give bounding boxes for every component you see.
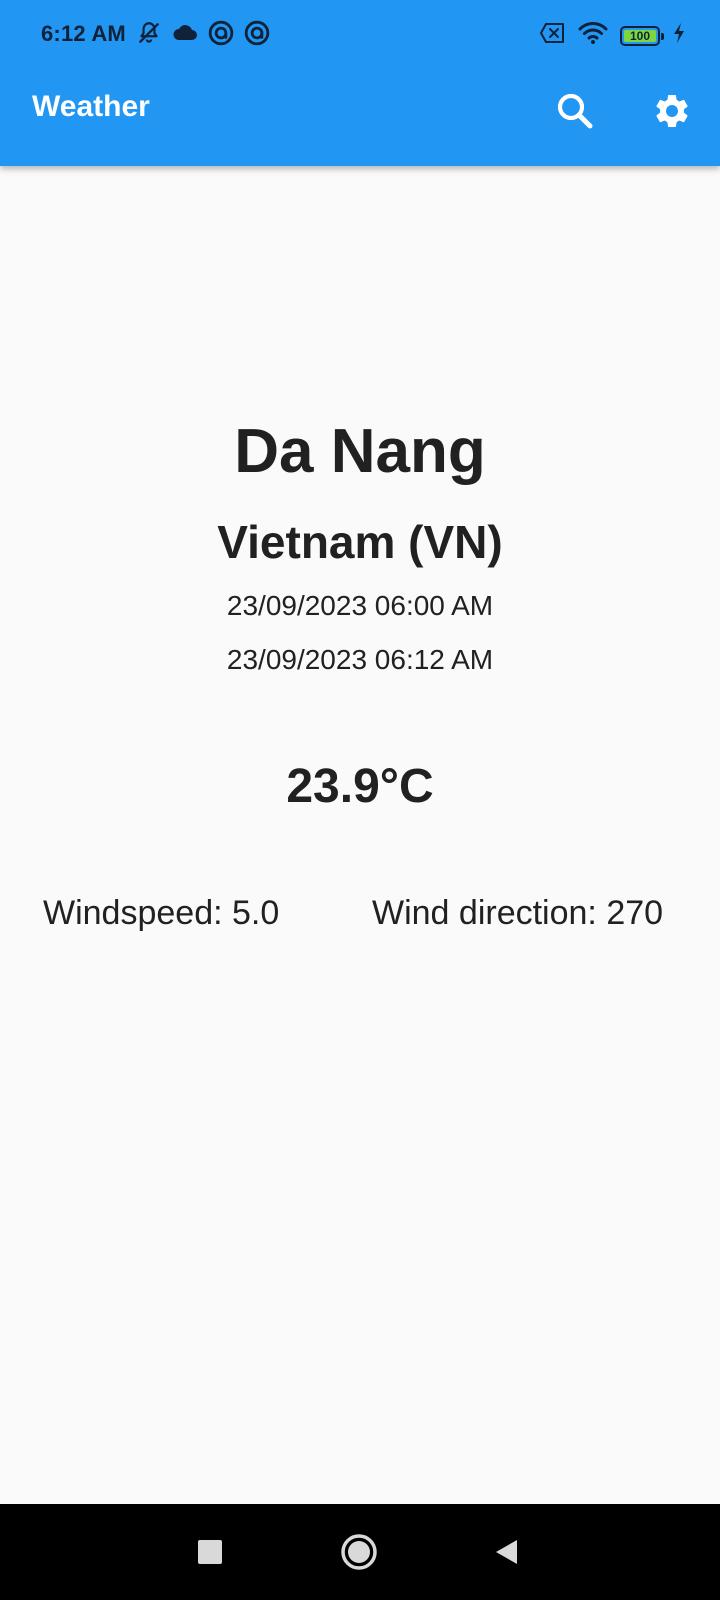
back-button[interactable] [478, 1524, 534, 1580]
settings-button[interactable] [649, 88, 695, 134]
bell-off-icon [136, 20, 162, 51]
status-bar: 6:12 AM 100 [0, 0, 720, 70]
no-sim-icon [540, 22, 566, 49]
status-system-icons: 100 [540, 21, 686, 50]
wind-direction: Wind direction: 270 [372, 894, 664, 932]
country-name: Vietnam (VN) [217, 516, 503, 568]
forecast-datetime: 23/09/2023 06:00 AM [226, 590, 494, 621]
temperature: 23.9°C [286, 760, 434, 813]
battery-icon: 100 [620, 25, 664, 46]
updated-datetime: 23/09/2023 06:12 AM [226, 644, 494, 675]
battery-level: 100 [629, 28, 651, 43]
app-header: 6:12 AM 100 Weather [0, 0, 720, 166]
home-button[interactable] [331, 1524, 387, 1580]
status-time: 6:12 AM [41, 21, 126, 46]
app-title: Weather [32, 90, 150, 123]
city-name: Da Nang [234, 417, 486, 486]
notification-ring-icon [208, 20, 234, 51]
home-circle-icon [341, 1534, 377, 1570]
recents-square-icon [198, 1540, 222, 1564]
back-triangle-icon [496, 1540, 517, 1564]
charging-bolt-icon [672, 22, 686, 49]
windspeed: Windspeed: 5.0 [43, 894, 280, 932]
search-icon [557, 93, 593, 129]
gear-icon [656, 95, 688, 127]
cloud-icon [172, 22, 198, 49]
search-button[interactable] [552, 88, 598, 134]
weather-content: Da Nang Vietnam (VN) 23/09/2023 06:00 AM… [0, 166, 720, 1504]
navigation-bar [0, 1504, 720, 1600]
notification-ring-icon [244, 20, 270, 51]
recents-button[interactable] [182, 1524, 238, 1580]
wifi-icon [578, 21, 608, 50]
status-notification-icons [136, 20, 270, 51]
